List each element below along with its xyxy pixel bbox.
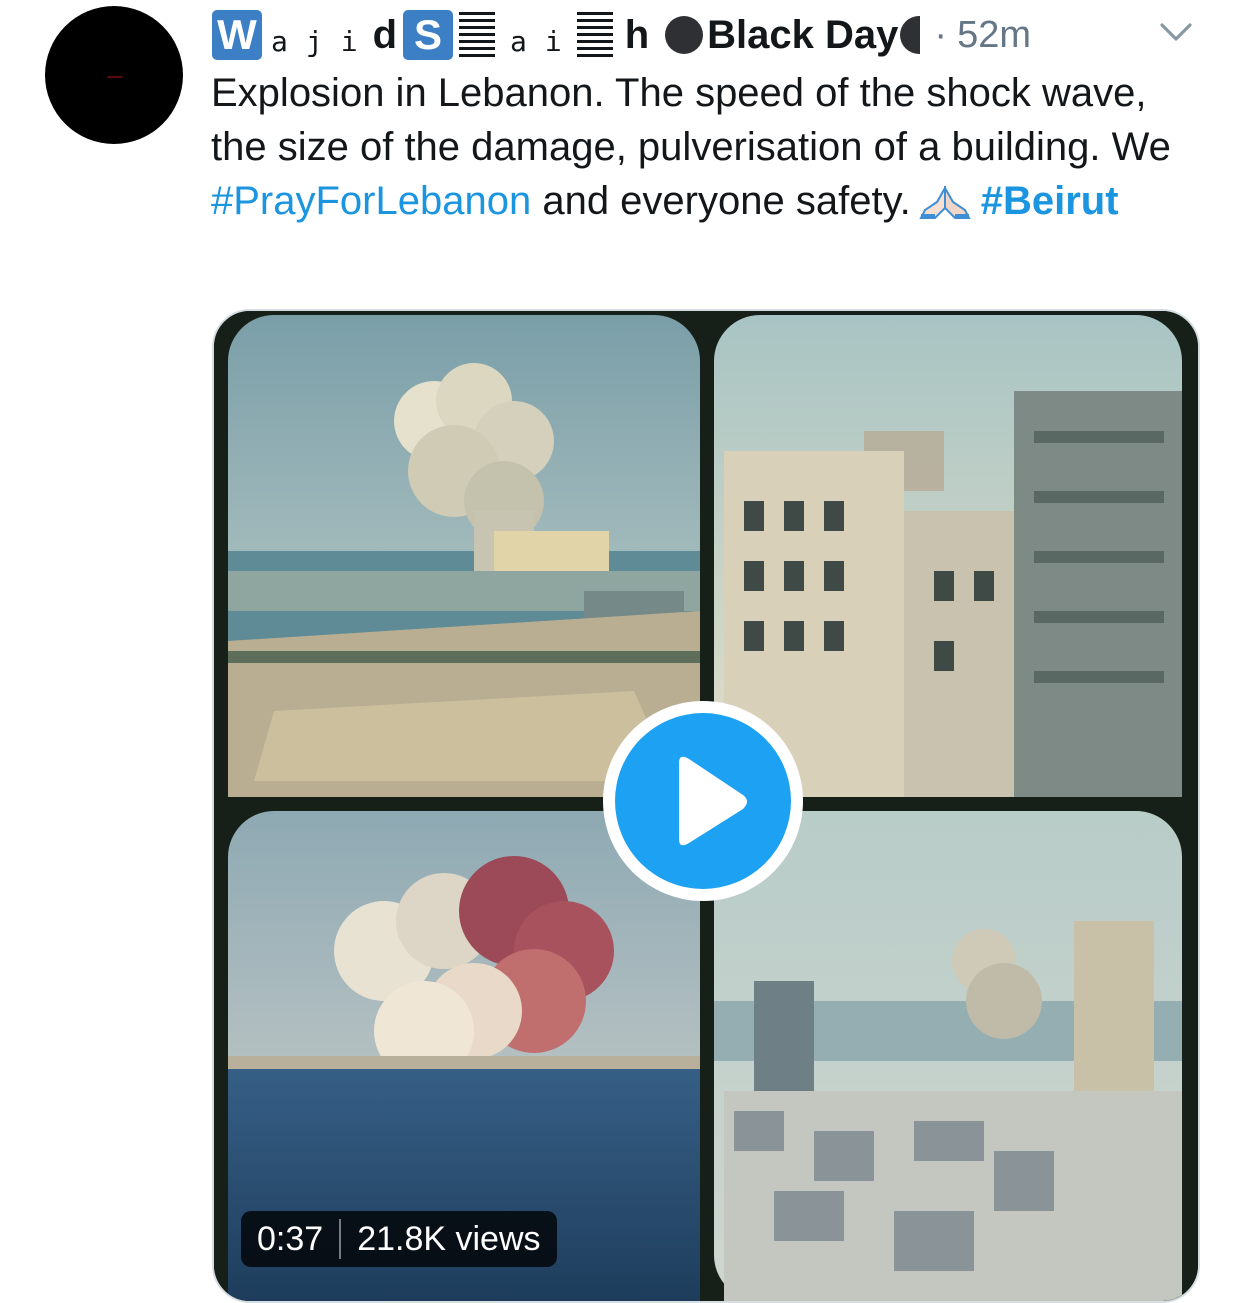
half-moon-icon bbox=[900, 16, 921, 54]
play-icon bbox=[679, 756, 747, 846]
name-letter-badge[interactable]: W bbox=[212, 10, 262, 60]
tweet-text-b: and everyone safety. bbox=[531, 179, 911, 223]
play-button[interactable] bbox=[603, 701, 803, 901]
tweet-text-a: Explosion in Lebanon. The speed of the s… bbox=[211, 71, 1171, 169]
tweet-text: Explosion in Lebanon. The speed of the s… bbox=[211, 66, 1211, 228]
author-name-suffix[interactable]: Black Day bbox=[707, 13, 898, 58]
video-info-badge: 0:37 21.8K views bbox=[241, 1211, 557, 1267]
video-views: 21.8K views bbox=[357, 1219, 541, 1258]
hashtag-prayforlebanon[interactable]: #PrayForLebanon bbox=[211, 179, 531, 223]
dot-separator: · bbox=[934, 13, 948, 56]
hashtag-beirut[interactable]: #Beirut bbox=[981, 179, 1119, 223]
lines-glyph-icon bbox=[459, 12, 496, 58]
tweet-timestamp[interactable]: 52m bbox=[957, 14, 1031, 57]
name-letter[interactable]: i bbox=[545, 25, 562, 58]
name-letter[interactable]: h bbox=[625, 13, 649, 58]
tweet-header: W a j i d S a i h Black Day · 52m bbox=[212, 6, 1031, 64]
black-circle-icon bbox=[665, 16, 704, 54]
name-letter[interactable]: d bbox=[373, 13, 397, 58]
name-letter[interactable]: a bbox=[271, 25, 288, 58]
name-letter[interactable]: i bbox=[341, 25, 358, 58]
video-duration: 0:37 bbox=[257, 1219, 324, 1258]
folded-hands-emoji bbox=[919, 186, 971, 219]
name-letter[interactable]: a bbox=[510, 25, 527, 58]
chevron-down-icon[interactable] bbox=[1158, 20, 1194, 44]
name-letter[interactable]: j bbox=[306, 25, 323, 58]
name-letter-badge[interactable]: S bbox=[403, 10, 454, 60]
avatar[interactable] bbox=[45, 6, 183, 144]
lines-glyph-icon bbox=[576, 12, 613, 58]
